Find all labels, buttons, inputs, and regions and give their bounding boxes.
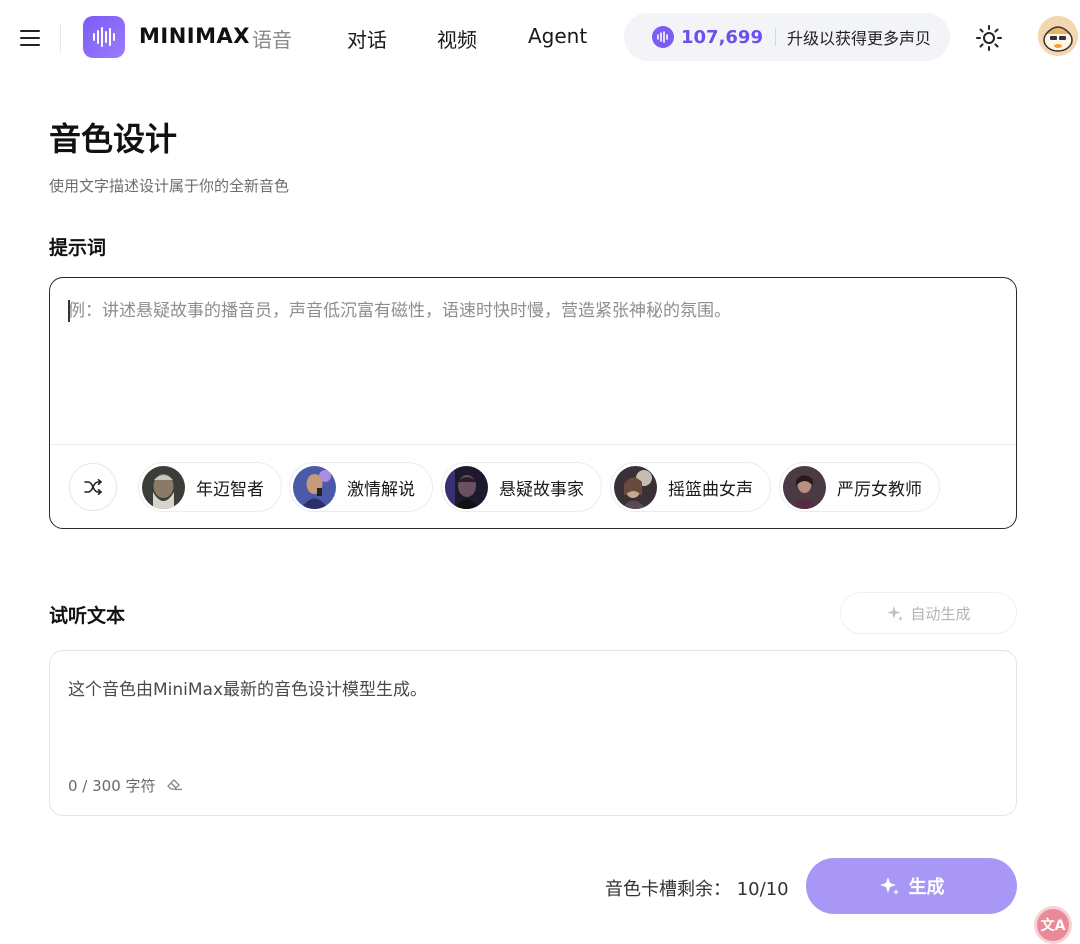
preview-text[interactable]: 这个音色由MiniMax最新的音色设计模型生成。 (68, 675, 427, 700)
char-counter: 0 / 300 字符 (68, 775, 183, 796)
voice-slots-remaining: 音色卡槽剩余： 10/10 (605, 879, 789, 900)
strict-female-teacher-avatar (783, 465, 826, 509)
prompt-input[interactable] (68, 296, 998, 436)
preset-chip-passionate-commentary[interactable]: 激情解说 (289, 462, 433, 512)
auto-generate-label: 自动生成 (910, 604, 971, 623)
preset-chip-suspense-storyteller[interactable]: 悬疑故事家 (441, 462, 602, 512)
nav-video[interactable]: 视频 (437, 24, 477, 53)
sound-wave-icon (652, 26, 674, 48)
prompt-label: 提示词 (49, 237, 107, 259)
text-caret (68, 300, 70, 322)
lullaby-female-voice-avatar (614, 465, 657, 509)
nav-agent[interactable]: Agent (528, 24, 587, 48)
user-avatar[interactable] (1038, 16, 1078, 56)
credits-divider (774, 28, 776, 46)
generate-button[interactable]: 生成 (806, 858, 1017, 914)
preset-chip-label: 悬疑故事家 (499, 479, 584, 500)
preset-chip-lullaby-female-voice[interactable]: 摇篮曲女声 (610, 462, 771, 512)
preset-chip-label: 摇篮曲女声 (668, 479, 753, 500)
elderly-sage-avatar (142, 465, 185, 509)
sparkle-icon (887, 606, 904, 621)
char-count-text: 0 / 300 字符 (68, 777, 156, 795)
credits-upgrade-pill[interactable]: 107,699 升级以获得更多声贝 (624, 13, 950, 61)
generate-label: 生成 (908, 877, 945, 898)
eraser-icon[interactable] (166, 777, 183, 795)
preset-chip-label: 激情解说 (347, 479, 415, 500)
translate-float-button[interactable]: 文A (1034, 906, 1072, 944)
page-title: 音色设计 (49, 120, 178, 158)
nav-chat[interactable]: 对话 (347, 24, 387, 53)
preset-chip-label: 严厉女教师 (837, 479, 922, 500)
sun-icon[interactable] (975, 24, 1003, 52)
credits-balance: 107,699 (681, 26, 763, 48)
preset-chip-label: 年迈智者 (196, 479, 264, 500)
sparkle-icon (879, 877, 899, 895)
top-header: MINIMAX 语音 对话 视频 Agent 107,699 升级以获得更多声贝 (0, 0, 1080, 76)
auto-generate-button[interactable]: 自动生成 (840, 592, 1017, 634)
preset-chip-elderly-sage[interactable]: 年迈智者 (138, 462, 282, 512)
brand-product-label: 语音 (252, 28, 292, 52)
preview-text-box[interactable]: 这个音色由MiniMax最新的音色设计模型生成。 0 / 300 字符 (49, 650, 1017, 816)
upgrade-link[interactable]: 升级以获得更多声贝 (787, 25, 931, 49)
suspense-storyteller-avatar (445, 465, 488, 509)
header-divider (60, 24, 61, 52)
passionate-commentary-avatar (293, 465, 336, 509)
prompt-divider (50, 444, 1016, 445)
preset-chip-strict-female-teacher[interactable]: 严厉女教师 (779, 462, 940, 512)
minimax-logo-icon[interactable] (83, 16, 125, 58)
shuffle-icon[interactable] (69, 463, 117, 511)
page-subtitle: 使用文字描述设计属于你的全新音色 (49, 177, 290, 195)
brand-name[interactable]: MINIMAX (139, 24, 250, 48)
preview-label: 试听文本 (49, 605, 126, 627)
translate-icon: 文A (1037, 909, 1069, 941)
hamburger-menu-icon[interactable] (16, 24, 46, 52)
prompt-box: 年迈智者 激情解说 悬疑故事家 (49, 277, 1017, 529)
